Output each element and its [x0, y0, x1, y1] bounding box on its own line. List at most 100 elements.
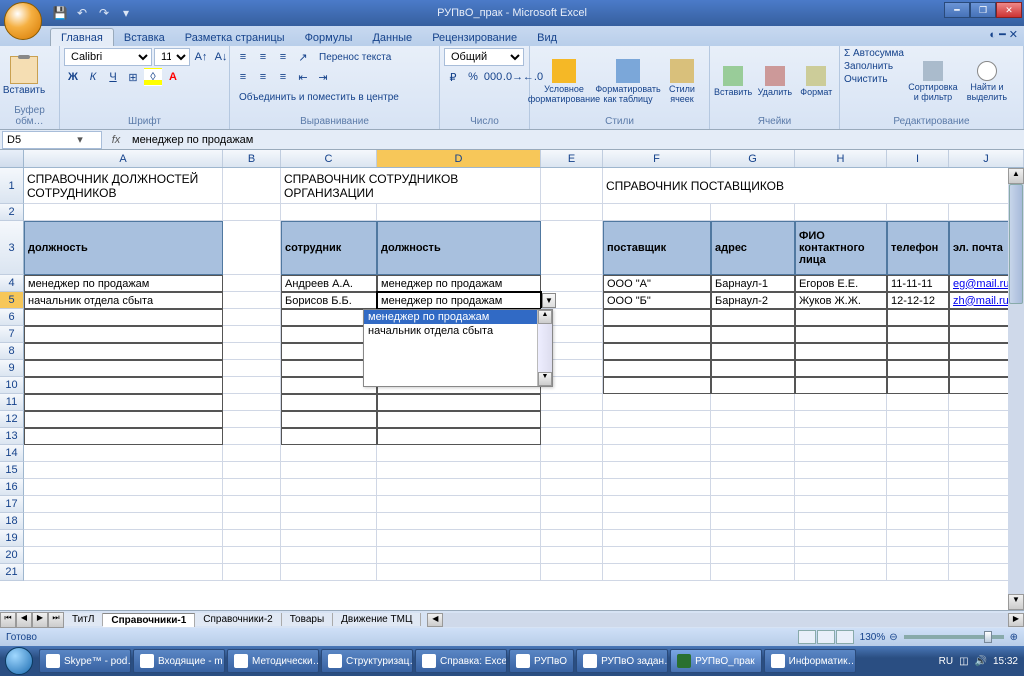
taskbar-item-7[interactable]: РУПвО_прак: [670, 649, 762, 673]
paste-button[interactable]: Вставить: [4, 48, 44, 104]
cell[interactable]: [541, 394, 603, 411]
cell[interactable]: [887, 564, 949, 581]
cell[interactable]: [541, 445, 603, 462]
ribbon-tab-insert[interactable]: Вставка: [114, 29, 175, 46]
cell[interactable]: [281, 445, 377, 462]
cell[interactable]: [711, 445, 795, 462]
cell[interactable]: [795, 462, 887, 479]
cell[interactable]: [887, 377, 949, 394]
cell[interactable]: [377, 564, 541, 581]
sheet-tab-1[interactable]: Справочники-1: [103, 613, 195, 627]
row-header-21[interactable]: 21: [0, 564, 24, 581]
scroll-down-icon[interactable]: ▼: [538, 372, 552, 386]
row-header-20[interactable]: 20: [0, 547, 24, 564]
cell[interactable]: [281, 394, 377, 411]
taskbar-item-6[interactable]: РУПвО задан…: [576, 649, 668, 673]
col-header-C[interactable]: C: [281, 150, 377, 167]
qa-save-icon[interactable]: 💾: [50, 4, 70, 22]
indent-dec-icon[interactable]: ⇤: [294, 68, 312, 86]
cell[interactable]: [223, 394, 281, 411]
ribbon-tab-layout[interactable]: Разметка страницы: [175, 29, 295, 46]
name-box-input[interactable]: [3, 134, 73, 146]
cell[interactable]: [603, 204, 711, 221]
qa-dropdown-icon[interactable]: ▾: [116, 4, 136, 22]
cell[interactable]: [377, 479, 541, 496]
header-dolzhnost-1[interactable]: должность: [24, 221, 223, 275]
cell[interactable]: [223, 343, 281, 360]
cell[interactable]: [24, 360, 223, 377]
row-header-13[interactable]: 13: [0, 428, 24, 445]
inc-decimal-icon[interactable]: .0→: [504, 68, 522, 86]
row-header-15[interactable]: 15: [0, 462, 24, 479]
sheet-nav-first[interactable]: ⏮: [0, 612, 16, 628]
cell[interactable]: [711, 377, 795, 394]
qa-redo-icon[interactable]: ↷: [94, 4, 114, 22]
cell-c5[interactable]: Борисов Б.Б.: [281, 292, 377, 309]
cell[interactable]: [377, 462, 541, 479]
zoom-thumb[interactable]: [984, 631, 992, 643]
zoom-in-button[interactable]: ⊕: [1010, 632, 1018, 643]
cell[interactable]: [711, 547, 795, 564]
row-header-10[interactable]: 10: [0, 377, 24, 394]
cell[interactable]: [795, 309, 887, 326]
font-size-select[interactable]: 11: [154, 48, 190, 66]
cell-g5[interactable]: Барнаул-2: [711, 292, 795, 309]
row-header-17[interactable]: 17: [0, 496, 24, 513]
cell[interactable]: [223, 547, 281, 564]
cell[interactable]: [223, 479, 281, 496]
cell[interactable]: [887, 428, 949, 445]
cell[interactable]: [887, 204, 949, 221]
cell[interactable]: [24, 496, 223, 513]
cell-i5[interactable]: 12-12-12: [887, 292, 949, 309]
row-header-3[interactable]: 3: [0, 221, 24, 275]
cell[interactable]: [281, 547, 377, 564]
ribbon-tab-view[interactable]: Вид: [527, 29, 567, 46]
bold-button[interactable]: Ж: [64, 68, 82, 86]
cell[interactable]: [541, 462, 603, 479]
cell[interactable]: [541, 479, 603, 496]
comma-icon[interactable]: 000: [484, 68, 502, 86]
qa-undo-icon[interactable]: ↶: [72, 4, 92, 22]
cell[interactable]: [541, 411, 603, 428]
col-header-I[interactable]: I: [887, 150, 949, 167]
cell[interactable]: [887, 394, 949, 411]
wrap-text-button[interactable]: Перенос текста: [314, 48, 396, 66]
cell-d5-active[interactable]: менеджер по продажам: [377, 292, 541, 309]
cell[interactable]: [24, 547, 223, 564]
dropdown-option-1[interactable]: менеджер по продажам: [364, 310, 552, 324]
font-name-select[interactable]: Calibri: [64, 48, 152, 66]
cell[interactable]: [795, 204, 887, 221]
cell-g4[interactable]: Барнаул-1: [711, 275, 795, 292]
autosum-button[interactable]: Σ Автосумма: [844, 48, 904, 59]
horizontal-scrollbar[interactable]: ◀ ▶: [427, 613, 1024, 627]
row-header-14[interactable]: 14: [0, 445, 24, 462]
cell[interactable]: [223, 377, 281, 394]
grow-font-icon[interactable]: A↑: [192, 48, 210, 66]
taskbar-item-5[interactable]: РУПвО: [509, 649, 574, 673]
sheet-tab-3[interactable]: Товары: [282, 613, 333, 626]
vertical-scrollbar[interactable]: ▲ ▼: [1008, 168, 1024, 610]
cell[interactable]: [223, 326, 281, 343]
cell[interactable]: [711, 309, 795, 326]
cell[interactable]: [223, 168, 281, 204]
clear-button[interactable]: Очистить: [844, 74, 904, 85]
formula-input[interactable]: [126, 132, 1024, 148]
cell[interactable]: [223, 513, 281, 530]
cell[interactable]: [377, 547, 541, 564]
cell-h4[interactable]: Егоров Е.Е.: [795, 275, 887, 292]
cell-f5[interactable]: ООО "Б": [603, 292, 711, 309]
cell-title-1[interactable]: СПРАВОЧНИК ДОЛЖНОСТЕЙ СОТРУДНИКОВ: [24, 168, 223, 204]
cell[interactable]: [603, 462, 711, 479]
cell[interactable]: [24, 479, 223, 496]
shrink-font-icon[interactable]: A↓: [212, 48, 230, 66]
col-header-D[interactable]: D: [377, 150, 541, 167]
cell[interactable]: [24, 343, 223, 360]
tray-network-icon[interactable]: ◫: [959, 656, 968, 667]
cell[interactable]: [24, 394, 223, 411]
cell[interactable]: [377, 513, 541, 530]
cell[interactable]: [223, 360, 281, 377]
currency-icon[interactable]: ₽: [444, 68, 462, 86]
cell[interactable]: [711, 204, 795, 221]
row-header-9[interactable]: 9: [0, 360, 24, 377]
tray-lang[interactable]: RU: [939, 656, 953, 667]
